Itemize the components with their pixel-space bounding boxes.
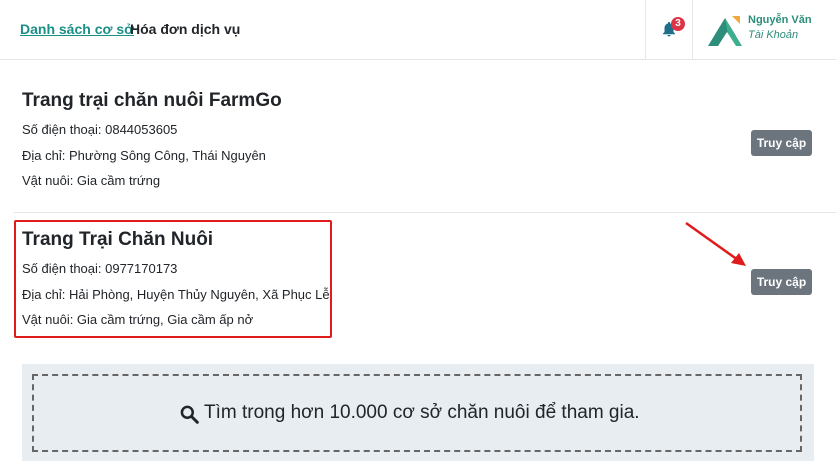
annotation-arrow-icon [685, 221, 746, 266]
search-farms-button[interactable]: Tìm trong hơn 10.000 cơ sở chăn nuôi để … [32, 374, 802, 452]
access-button[interactable]: Truy cập [751, 130, 812, 156]
annotation-highlight-box [14, 220, 332, 338]
farm-livestock: Vật nuôi: Gia cầm trứng [22, 173, 161, 188]
farm-phone: Số điện thoại: 0844053605 [22, 122, 178, 137]
farm-address: Địa chỉ: Phường Sông Công, Thái Nguyên [22, 148, 266, 163]
navbar-divider [645, 0, 646, 59]
navbar-divider [692, 0, 693, 59]
nav-invoices-link[interactable]: Hóa đơn dịch vụ [130, 20, 240, 38]
nav-facilities-link[interactable]: Danh sách cơ sở [20, 20, 134, 38]
user-role: Tài Khoản [748, 29, 799, 41]
search-icon [180, 405, 199, 424]
search-promo-panel: Tìm trong hơn 10.000 cơ sở chăn nuôi để … [22, 364, 814, 461]
search-prompt-text: Tìm trong hơn 10.000 cơ sở chăn nuôi để … [204, 402, 640, 423]
access-button[interactable]: Truy cập [751, 269, 812, 295]
mountain-logo [708, 16, 742, 46]
notification-count-badge: 3 [671, 17, 685, 31]
farm-card: Trang trại chăn nuôi FarmGo Số điện thoạ… [0, 60, 836, 212]
top-navbar: Danh sách cơ sở Hóa đơn dịch vụ 3 Nguyễn… [0, 0, 836, 60]
user-name: Nguyễn Văn [748, 14, 812, 26]
farm-title: Trang trại chăn nuôi FarmGo [22, 90, 282, 111]
